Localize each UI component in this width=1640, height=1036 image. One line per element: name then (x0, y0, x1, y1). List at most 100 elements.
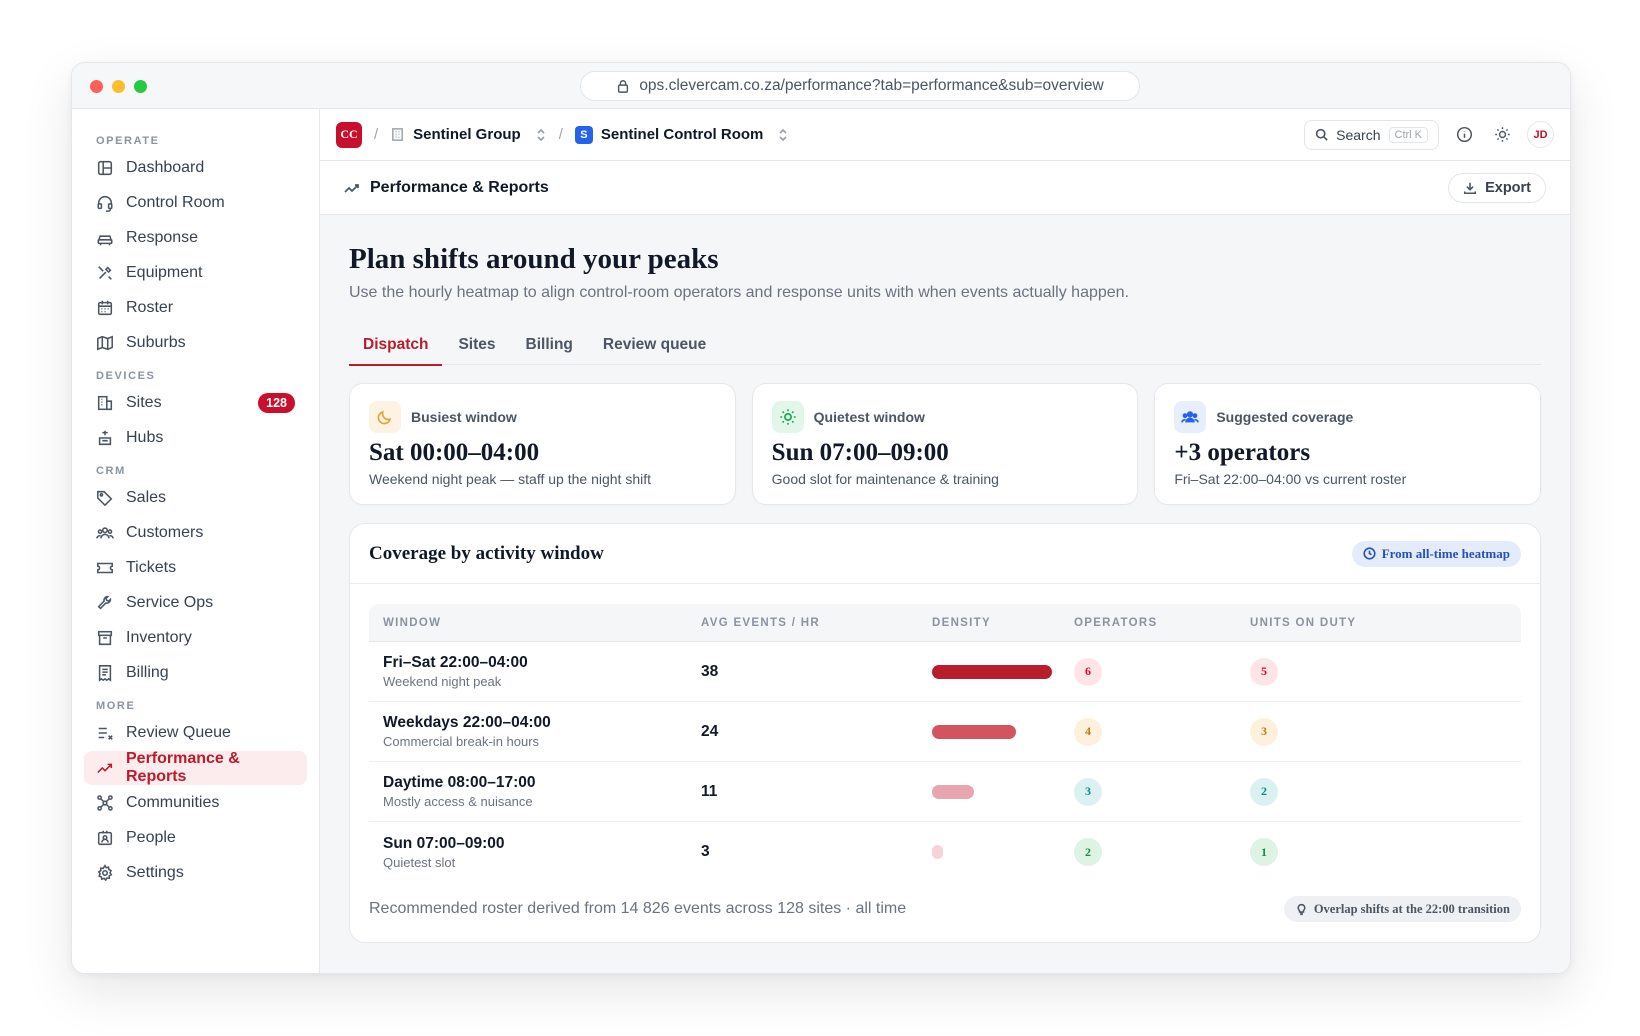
content: Plan shifts around your peaks Use the ho… (320, 215, 1570, 943)
room-switcher[interactable]: S Sentinel Control Room (574, 125, 790, 144)
minimize-window-button[interactable] (112, 80, 125, 93)
export-label: Export (1485, 179, 1531, 196)
sidebar-item-communities[interactable]: Communities (84, 786, 307, 820)
avg-events: 38 (701, 662, 719, 680)
sidebar-item-label: Suburbs (126, 334, 186, 351)
sidebar-item-sales[interactable]: Sales (84, 481, 307, 515)
density-bar (932, 845, 1052, 859)
sidebar-item-label: Service Ops (126, 594, 214, 611)
coverage-title: Coverage by activity window (369, 542, 604, 564)
network-icon (97, 795, 113, 811)
sidebar-item-label: Sales (126, 489, 167, 506)
sidebar-item-performance-reports[interactable]: Performance & Reports (84, 750, 307, 785)
column-header: AVG EVENTS / HR (701, 616, 820, 629)
wrench-icon (97, 595, 112, 610)
table-row[interactable]: Daytime 08:00–17:00 Mostly access & nuisa… (369, 762, 1521, 822)
sidebar-item-tickets[interactable]: Tickets (84, 551, 307, 585)
close-window-button[interactable] (90, 80, 103, 93)
sun-icon (780, 409, 796, 425)
window-name: Weekdays 22:00–04:00 (383, 714, 551, 731)
tab-review-queue[interactable]: Review queue (589, 324, 720, 365)
table-row[interactable]: Weekdays 22:00–04:00 Commercial break-in … (369, 702, 1521, 762)
source-pill[interactable]: From all-time heatmap (1351, 540, 1521, 567)
sidebar-item-billing[interactable]: Billing (84, 656, 307, 690)
card-value: Sat 00:00–04:00 (369, 439, 540, 466)
card-label: Busiest window (411, 409, 517, 425)
window-controls (90, 80, 147, 93)
window-note: Mostly access & nuisance (383, 794, 533, 809)
map-icon (97, 335, 113, 351)
sidebar-item-label: Equipment (126, 264, 203, 281)
sidebar-item-label: Customers (126, 524, 204, 541)
density-bar-fill (932, 784, 974, 799)
tab-dispatch[interactable]: Dispatch (349, 324, 443, 366)
coverage-footnote: Recommended roster derived from 14 826 e… (369, 900, 907, 917)
window-name: Fri–Sat 22:00–04:00 (383, 654, 528, 671)
summary-card: Quietest window Sun 07:00–09:00 Good slot … (751, 383, 1139, 505)
coverage-table: WINDOW AVG EVENTS / HR DENSITY OPERATORS… (369, 604, 1521, 882)
sidebar-item-roster[interactable]: Roster (84, 291, 307, 325)
sidebar-item-label: Sites (126, 394, 162, 411)
tab-billing[interactable]: Billing (512, 324, 587, 365)
tag-icon (97, 490, 113, 507)
clock-icon (1363, 547, 1376, 560)
trend-icon (344, 183, 359, 193)
lightbulb-icon (1297, 903, 1306, 915)
sidebar-item-inventory[interactable]: Inventory (84, 621, 307, 655)
sidebar-item-label: Hubs (126, 429, 164, 446)
app-logo[interactable]: CC (336, 121, 362, 148)
card-label: Quietest window (813, 409, 925, 425)
sidebar-item-settings[interactable]: Settings (84, 856, 307, 890)
org-name: Sentinel Group (413, 126, 521, 143)
sidebar-item-equipment[interactable]: Equipment (84, 256, 307, 290)
trend-icon (97, 763, 113, 774)
search-label: Search (1336, 126, 1381, 143)
table-body: Fri–Sat 22:00–04:00 Weekend night peak 38 6… (369, 642, 1521, 882)
sidebar-section-label: DEVICES (96, 370, 156, 382)
sidebar-item-people[interactable]: People (84, 821, 307, 855)
id-card-icon (97, 830, 113, 846)
units-badge: 3 (1250, 717, 1278, 746)
url-text: ops.clevercam.co.za/performance?tab=perf… (639, 77, 1104, 94)
sidebar-item-response[interactable]: Response (84, 221, 307, 255)
chevron-updown-icon (779, 128, 787, 141)
units-badge: 5 (1250, 657, 1278, 686)
maximize-window-button[interactable] (134, 80, 147, 93)
sidebar-item-hubs[interactable]: Hubs (84, 421, 307, 455)
top-bar: CC / Sentinel Group / S Sentinel Control… (320, 109, 1570, 161)
operators-badge: 4 (1074, 717, 1102, 746)
search-button[interactable]: Search Ctrl K (1304, 119, 1439, 150)
sun-icon (1494, 127, 1510, 142)
theme-toggle[interactable] (1489, 122, 1515, 148)
org-switcher[interactable]: Sentinel Group (390, 126, 547, 143)
table-row[interactable]: Fri–Sat 22:00–04:00 Weekend night peak 38 6… (369, 642, 1521, 702)
sidebar-item-suburbs[interactable]: Suburbs (84, 326, 307, 360)
sidebar-item-label: Communities (126, 794, 220, 811)
avg-events: 3 (701, 843, 710, 860)
sidebar-item-label: Control Room (126, 194, 225, 211)
hero-subtitle: Use the hourly heatmap to align control-… (349, 284, 1130, 301)
sidebar-item-dashboard[interactable]: Dashboard (84, 151, 307, 185)
column-header: DENSITY (932, 616, 991, 629)
user-avatar[interactable]: JD (1527, 121, 1554, 148)
tab-sites[interactable]: Sites (444, 324, 509, 365)
operators-badge: 3 (1074, 777, 1102, 806)
ticket-icon (97, 562, 113, 574)
sidebar-item-review-queue[interactable]: Review Queue (84, 716, 307, 750)
sidebar-item-control-room[interactable]: Control Room (84, 186, 307, 220)
table-header: WINDOW AVG EVENTS / HR DENSITY OPERATORS… (369, 604, 1521, 642)
info-button[interactable] (1451, 122, 1477, 148)
sidebar-item-customers[interactable]: Customers (84, 516, 307, 550)
calendar-icon (97, 300, 113, 316)
density-bar (932, 784, 1052, 799)
export-button[interactable]: Export (1448, 172, 1546, 203)
window-name: Daytime 08:00–17:00 (383, 774, 536, 791)
density-bar-fill (932, 845, 943, 859)
tab-bar: Dispatch Sites Billing Review queue (349, 324, 1541, 366)
address-bar[interactable]: ops.clevercam.co.za/performance?tab=perf… (580, 71, 1140, 101)
table-row[interactable]: Sun 07:00–09:00 Quietest slot 3 2 1 (369, 822, 1521, 882)
sidebar-item-sites[interactable]: Sites 128 (84, 386, 307, 420)
sidebar-item-service-ops[interactable]: Service Ops (84, 586, 307, 620)
density-bar-fill (932, 724, 1016, 739)
room-name: Sentinel Control Room (600, 126, 764, 143)
